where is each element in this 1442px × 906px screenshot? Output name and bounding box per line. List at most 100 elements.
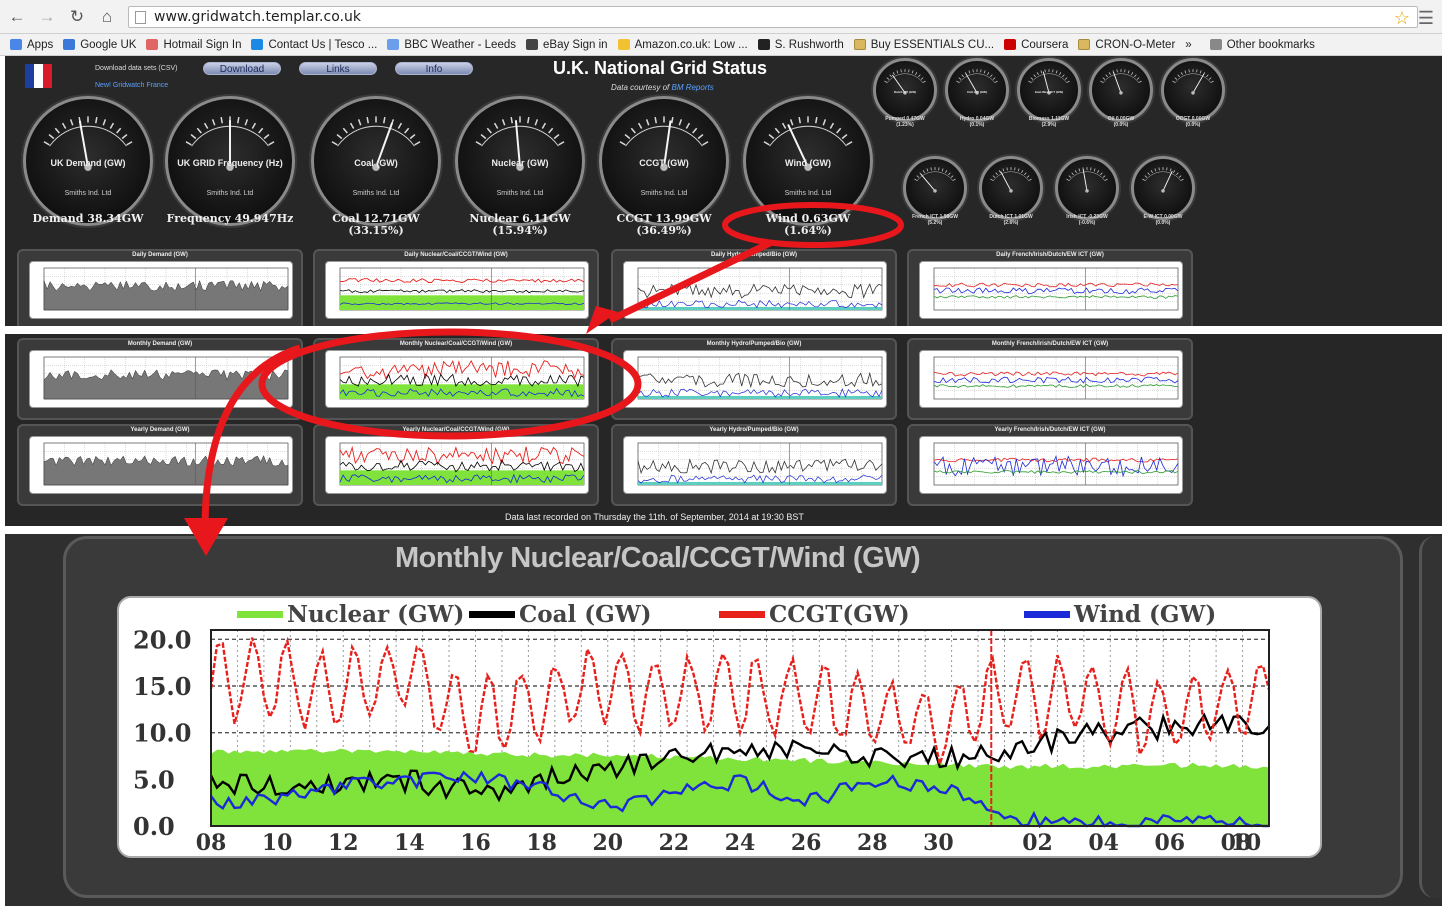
links-button[interactable]: Links [299,62,377,75]
chart-panel[interactable]: Monthly Nuclear/Coal/CCGT/Wind (GW) [313,338,599,420]
chart-panel[interactable]: Monthly French/Irish/Dutch/EW ICT (GW) [907,338,1193,420]
gauge-tick [486,127,492,134]
gauge-tick [956,80,960,83]
bookmark-item[interactable]: BBC Weather - Leeds [387,39,516,51]
bookmark-item[interactable]: Google UK [63,39,136,51]
back-icon[interactable]: ← [4,4,30,30]
bookmark-item[interactable]: Contact Us | Tesco ... [251,39,377,51]
gauge-tick [357,119,362,126]
readout-percent: (15.94%) [492,224,548,237]
chart-panel[interactable]: Daily Hydro/Pumped/Bio (GW) [611,249,897,331]
home-icon[interactable]: ⌂ [94,4,120,30]
panel-chart [919,350,1183,408]
chart-panel[interactable]: Daily Demand (GW) [17,249,303,331]
bm-reports-link[interactable]: BM Reports [671,83,713,92]
info-button[interactable]: Info [395,62,473,75]
gauge-arc [769,125,847,147]
gauge-dial: East-West ICT (GW) [1017,58,1081,122]
gauge-tick [1134,74,1137,78]
chart-panel[interactable]: Daily Nuclear/Coal/CCGT/Wind (GW) [313,249,599,331]
mini-gauge-readout: Biomass 1.11GW (2.9%) [1013,116,1085,128]
menu-icon[interactable]: ☰ [1418,8,1434,29]
new-gridwatch-france-link[interactable]: New! Gridwatch France [95,82,168,89]
panel-title: Yearly Hydro/Pumped/Bio (GW) [709,427,799,433]
gauge-tick [1177,74,1180,78]
chart-panel[interactable]: Yearly Demand (GW) [17,424,303,506]
bookmark-item[interactable]: Other bookmarks [1209,39,1315,51]
download-button[interactable]: Download [203,62,281,75]
panel-chart [919,436,1183,494]
mini-gauge-readout: Oil 0.00GW (0.0%) [1085,116,1157,128]
gauge-dial: Nuclear (GW) Smiths Ind. Ltd [455,96,585,226]
gauge-maker: Smiths Ind. Ltd [640,190,688,197]
gauge-tick [920,77,924,80]
next-panel-edge [1419,536,1442,898]
chart-panel[interactable]: Yearly French/Irish/Dutch/EW ICT (GW) [907,424,1193,506]
gauge-tick [1210,80,1214,83]
chart-panel[interactable]: Yearly Hydro/Pumped/Bio (GW) [611,424,897,506]
panel-title: Monthly French/Irish/Dutch/EW ICT (GW) [991,341,1109,347]
gauge-tick [1102,175,1106,178]
gauge-tick [1002,168,1005,172]
gauge-needle [1162,170,1173,192]
bookmark-item[interactable]: Apps [10,39,53,51]
panel-demand-area [43,369,289,400]
bookmark-item[interactable]: CRON-O-Meter [1078,39,1175,51]
chart-panel[interactable]: Monthly Demand (GW) [17,338,303,420]
panel-chart [623,436,887,494]
bookmark-item[interactable]: S. Rushworth [757,39,844,51]
gauge-hub [1009,189,1013,193]
gauge-label: Nuclear (GW) [491,157,549,168]
monthly-nuclear-coal-ccgt-wind-chart[interactable]: 0.0 5.0 10.0 15.0 20.0 08 10 12 14 16 18 20 22 24 26 28… [117,596,1322,858]
mini-gauge-readout: Pumped 0.47GW (1.23%) [869,116,941,128]
x-tick-label: 10 [1231,830,1262,856]
gauge-tick [1044,69,1046,73]
panel-chart [29,350,293,408]
gauge-tick [992,175,996,178]
bookmark-star-icon[interactable]: ☆ [1394,8,1410,29]
x-tick-label: 02 [1022,830,1053,856]
gauge-tick [1199,70,1202,74]
mini-gauge-readout: Dutch ICT 1.01GW (2.6%) [975,214,1047,226]
chart-panel[interactable]: Daily French/Irish/Dutch/EW ICT (GW) [907,249,1193,331]
bookmark-item[interactable]: Amazon.co.uk: Low ... [617,39,748,51]
gauge-tick [1180,178,1184,181]
gauge-tick [397,122,403,129]
legend-swatch [469,611,515,618]
panel-svg [339,442,585,486]
folder-icon [853,39,866,50]
gauge-hub [933,189,937,193]
gauge-tick [968,70,971,74]
gauge-dial: Coal (GW) Smiths Ind. Ltd [311,96,441,226]
gauge-readout: Wind 0.63GW (1.64%) [733,213,883,237]
gauge-tick [886,77,890,80]
gauge-tick [61,122,67,129]
bookmark-item[interactable]: Coursera [1004,39,1068,51]
gauge-tick [190,133,197,140]
gauge-tick [480,133,487,140]
gauge-tick [1021,170,1024,173]
gauge-tick [926,168,929,172]
french-flag-icon[interactable] [25,64,53,88]
gauge-tick [1030,77,1034,80]
panel-demand-area [43,455,289,486]
chart-panel[interactable]: Monthly Hydro/Pumped/Bio (GW) [611,338,897,420]
gauge-tick [911,70,914,74]
gauge-tick [409,133,416,140]
reload-icon[interactable]: ↻ [64,4,90,30]
bookmark-item[interactable]: eBay Sign in [526,39,608,51]
forward-icon[interactable]: → [34,4,60,30]
panel-title: Monthly Nuclear/Coal/CCGT/Wind (GW) [399,341,513,347]
address-bar[interactable]: www.gridwatch.templar.co.uk [128,6,1418,28]
gauge-tick [1169,168,1172,172]
x-tick-label: 26 [791,830,822,856]
bookmark-item[interactable]: » [1185,39,1191,51]
bookmark-item[interactable]: Hotmail Sign In [146,39,241,51]
chart-panel[interactable]: Yearly Nuclear/Coal/CCGT/Wind (GW) [313,424,599,506]
bookmark-item[interactable]: Buy ESSENTIALS CU... [853,39,994,51]
gauge-tick [822,119,827,126]
screenshot-root: ← → ↻ ⌂ www.gridwatch.templar.co.uk ☆ ☰ … [0,0,1442,906]
gauge-tick [1124,69,1126,73]
gauge-dial [903,156,967,220]
panel-chart [29,436,293,494]
